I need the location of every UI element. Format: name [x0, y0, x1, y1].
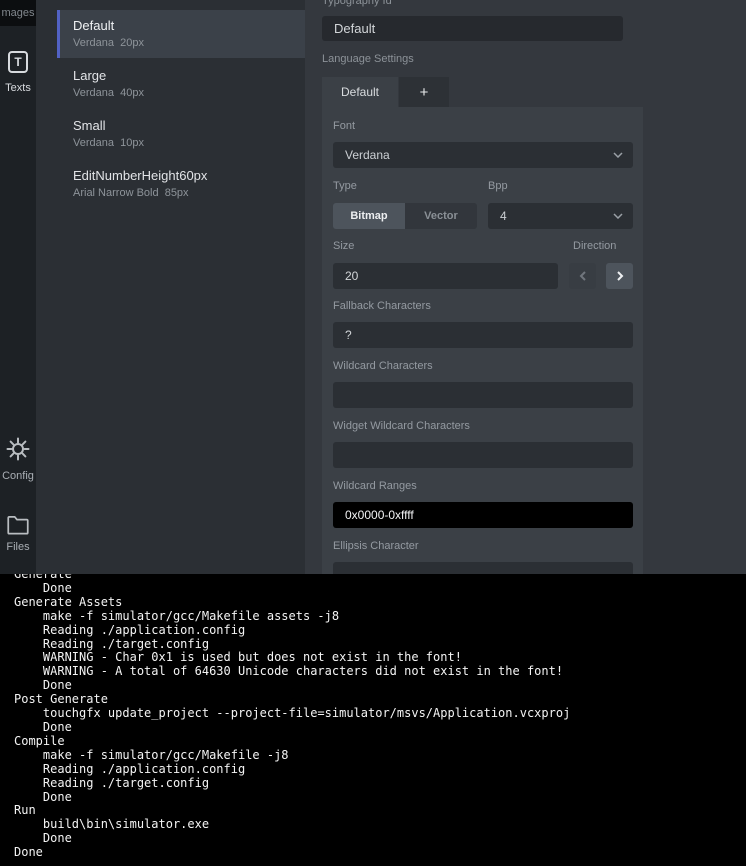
direction-left-button[interactable] — [569, 263, 596, 289]
typography-id-input[interactable] — [322, 16, 623, 41]
bitmap-button-label: Bitmap — [350, 210, 388, 222]
nav-sidebar: mages T Texts Config Files — [0, 0, 36, 574]
type-segmented-control: Bitmap Vector — [333, 203, 477, 229]
build-console[interactable]: Generate Done Generate Assets make -f si… — [0, 574, 746, 866]
typography-item-subtitle: Verdana 40px — [73, 87, 144, 99]
vector-button[interactable]: Vector — [405, 203, 477, 229]
typography-item-large[interactable]: Large Verdana 40px — [57, 60, 305, 108]
language-settings-panel: Font Verdana Type Bpp Bitmap Vector 4 Si… — [322, 107, 643, 574]
vector-button-label: Vector — [424, 210, 458, 222]
bitmap-button[interactable]: Bitmap — [333, 203, 405, 229]
sidebar-item-images[interactable]: mages — [0, 0, 36, 26]
wildcard-ranges-input[interactable] — [333, 502, 633, 528]
bpp-select-value: 4 — [500, 209, 507, 223]
wildcard-characters-input[interactable] — [333, 382, 633, 408]
typography-item-title: Large — [73, 68, 107, 83]
sidebar-item-texts[interactable]: Texts — [0, 82, 36, 94]
typography-list: Default Verdana 20px Large Verdana 40px … — [36, 0, 305, 574]
wildcard-ranges-label: Wildcard Ranges — [333, 480, 417, 492]
typography-item-title: Small — [73, 118, 106, 133]
tab-default-label: Default — [340, 85, 380, 99]
direction-label: Direction — [573, 240, 617, 252]
tab-default[interactable]: Default — [322, 77, 398, 107]
typography-item-default[interactable]: Default Verdana 20px — [57, 10, 305, 58]
plus-icon: + — [419, 83, 429, 101]
sidebar-item-images-label: mages — [1, 7, 35, 19]
gear-icon[interactable] — [5, 436, 31, 462]
font-label: Font — [333, 120, 356, 132]
folder-icon[interactable] — [5, 512, 31, 538]
typography-item-subtitle: Verdana 20px — [73, 37, 144, 49]
fallback-characters-input[interactable] — [333, 322, 633, 348]
type-label: Type — [333, 180, 357, 192]
bpp-select[interactable]: 4 — [488, 203, 633, 229]
sidebar-item-files[interactable]: Files — [0, 541, 36, 553]
ellipsis-character-label: Ellipsis Character — [333, 540, 419, 552]
typography-item-title: Default — [73, 18, 115, 33]
chevron-right-icon — [616, 271, 623, 281]
widget-wildcard-characters-label: Widget Wildcard Characters — [333, 420, 470, 432]
fallback-characters-label: Fallback Characters — [333, 300, 431, 312]
sidebar-item-config[interactable]: Config — [0, 470, 36, 482]
typography-item-title: EditNumberHeight60px — [73, 168, 208, 183]
widget-wildcard-characters-input[interactable] — [333, 442, 633, 468]
ellipsis-character-input[interactable] — [333, 562, 633, 574]
add-language-tab[interactable]: + — [399, 77, 449, 107]
wildcard-characters-label: Wildcard Characters — [333, 360, 433, 372]
build-console-output: Generate Done Generate Assets make -f si… — [14, 574, 571, 860]
direction-right-button[interactable] — [606, 263, 633, 289]
size-input[interactable] — [333, 263, 558, 289]
chevron-down-icon — [613, 213, 623, 219]
typography-item-subtitle: Verdana 10px — [73, 137, 144, 149]
typography-id-label: Typography Id — [322, 0, 392, 7]
bpp-label: Bpp — [488, 180, 508, 192]
chevron-down-icon — [613, 152, 623, 158]
texts-icon[interactable]: T — [8, 51, 28, 73]
size-label: Size — [333, 240, 355, 252]
typography-item-small[interactable]: Small Verdana 10px — [57, 110, 305, 158]
typography-item-editnumberheight60px[interactable]: EditNumberHeight60px Arial Narrow Bold 8… — [57, 160, 305, 208]
typography-editor: Typography Id Language Settings Default … — [305, 0, 746, 574]
chevron-left-icon — [579, 271, 586, 281]
font-select-value: Verdana — [345, 148, 390, 162]
font-select[interactable]: Verdana — [333, 142, 633, 168]
language-settings-label: Language Settings — [322, 53, 414, 65]
typography-item-subtitle: Arial Narrow Bold 85px — [73, 187, 189, 199]
